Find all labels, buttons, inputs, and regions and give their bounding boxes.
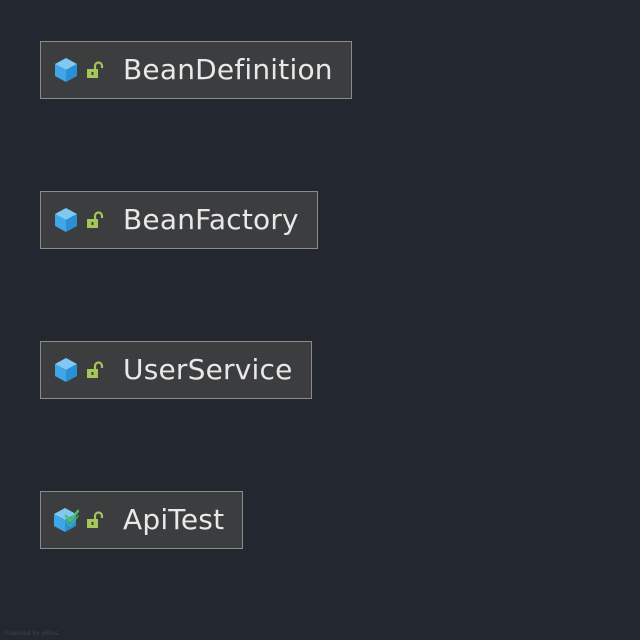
class-node-beanfactory[interactable]: BeanFactory bbox=[40, 191, 318, 249]
class-name: BeanDefinition bbox=[123, 53, 333, 86]
unlock-icon bbox=[85, 210, 105, 230]
unlock-icon bbox=[85, 360, 105, 380]
test-class-icon bbox=[53, 507, 79, 533]
class-icon bbox=[53, 57, 79, 83]
class-icon bbox=[53, 357, 79, 383]
class-node-beandefinition[interactable]: BeanDefinition bbox=[40, 41, 352, 99]
unlock-icon bbox=[85, 510, 105, 530]
class-name: BeanFactory bbox=[123, 203, 299, 236]
class-node-userservice[interactable]: UserService bbox=[40, 341, 312, 399]
footer-credit: Powered by yFiles bbox=[5, 630, 59, 637]
class-name: ApiTest bbox=[123, 503, 225, 536]
class-node-apitest[interactable]: ApiTest bbox=[40, 491, 244, 549]
unlock-icon bbox=[85, 60, 105, 80]
class-icon bbox=[53, 207, 79, 233]
class-name: UserService bbox=[123, 353, 293, 386]
